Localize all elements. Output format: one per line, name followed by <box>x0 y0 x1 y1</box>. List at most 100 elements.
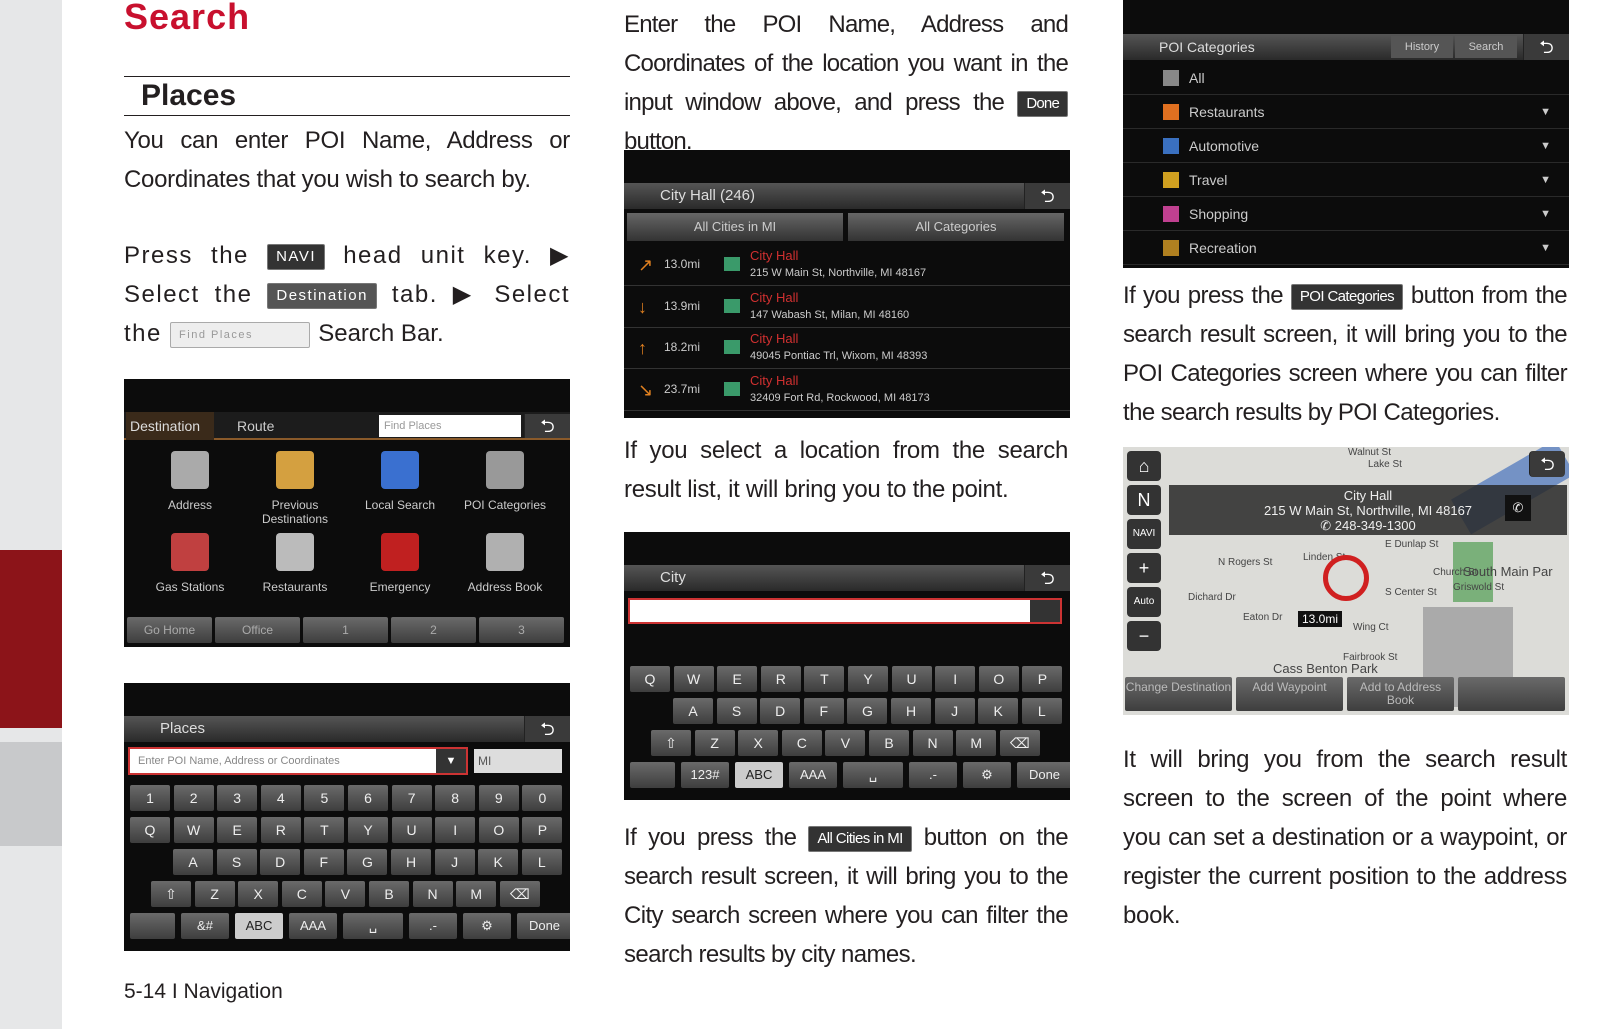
shortcut-button[interactable]: 1 <box>303 617 388 643</box>
keyboard-function-key[interactable]: ABC <box>735 762 783 788</box>
key[interactable]: D <box>260 849 301 875</box>
key[interactable]: C <box>781 730 822 756</box>
key[interactable]: ⇧ <box>651 730 691 756</box>
key[interactable]: P <box>522 817 563 843</box>
key[interactable]: 6 <box>348 785 388 811</box>
search-input[interactable]: Enter POI Name, Address or Coordinates ▼ <box>128 747 468 775</box>
key[interactable]: V <box>325 881 366 907</box>
map-control-button[interactable]: + <box>1127 553 1161 583</box>
category-item[interactable]: Automotive ▼ <box>1123 129 1569 163</box>
menu-item-icon[interactable] <box>276 451 314 489</box>
city-input[interactable] <box>628 598 1062 624</box>
key[interactable]: 3 <box>217 785 258 811</box>
key[interactable]: J <box>434 849 475 875</box>
expand-icon[interactable]: ▼ <box>1540 231 1551 265</box>
shortcut-button[interactable]: Office <box>215 617 300 643</box>
keyboard-function-key[interactable] <box>130 913 175 939</box>
map-control-button[interactable]: Auto <box>1127 587 1161 617</box>
key[interactable]: E <box>217 817 258 843</box>
key[interactable]: P <box>1022 666 1063 692</box>
tab-destination[interactable]: Destination <box>126 412 214 440</box>
key[interactable]: M <box>456 881 497 907</box>
key[interactable]: S <box>716 698 757 724</box>
key[interactable]: T <box>304 817 345 843</box>
expand-icon[interactable]: ▼ <box>1540 129 1551 163</box>
key[interactable]: G <box>847 698 888 724</box>
key[interactable]: A <box>673 698 713 724</box>
keyboard-function-key[interactable]: AAA <box>789 762 837 788</box>
key[interactable]: Z <box>194 881 235 907</box>
key[interactable]: 0 <box>522 785 563 811</box>
key[interactable]: Z <box>694 730 735 756</box>
key[interactable]: Y <box>848 666 888 692</box>
menu-item-label[interactable]: Previous Destinations <box>245 498 345 526</box>
result-row[interactable]: ↗ 13.0mi City Hall 215 W Main St, Northvill… <box>624 245 1070 286</box>
keyboard-function-key[interactable]: 123# <box>681 762 729 788</box>
key[interactable]: N <box>412 881 453 907</box>
menu-item-icon[interactable] <box>276 533 314 571</box>
category-item[interactable]: Travel ▼ <box>1123 163 1569 197</box>
map-action-button[interactable] <box>1458 677 1565 711</box>
key[interactable]: R <box>760 666 801 692</box>
keyboard-function-key[interactable]: .- <box>409 913 457 939</box>
tab-route[interactable]: Route <box>237 412 274 440</box>
back-button[interactable]: ⮌ <box>1024 183 1070 209</box>
keyboard-function-key[interactable]: ⚙ <box>463 913 511 939</box>
key[interactable]: M <box>956 730 997 756</box>
key[interactable]: O <box>478 817 519 843</box>
key[interactable]: B <box>869 730 909 756</box>
key[interactable]: 2 <box>173 785 214 811</box>
key[interactable]: R <box>260 817 301 843</box>
result-row[interactable]: ↑ 18.2mi City Hall 49045 Pontiac Trl, Wixom… <box>624 328 1070 369</box>
keyboard-function-key[interactable]: .- <box>909 762 957 788</box>
back-button[interactable]: ⮌ <box>1024 565 1070 591</box>
key[interactable]: C <box>281 881 322 907</box>
menu-item-icon[interactable] <box>486 451 524 489</box>
key[interactable]: F <box>803 698 844 724</box>
key[interactable]: O <box>978 666 1019 692</box>
back-button[interactable]: ⮌ <box>1529 451 1565 477</box>
shortcut-button[interactable]: Go Home <box>127 617 212 643</box>
key[interactable]: 5 <box>304 785 345 811</box>
category-item[interactable]: Restaurants ▼ <box>1123 95 1569 129</box>
result-row[interactable]: ↓ 13.9mi City Hall 147 Wabash St, Milan, MI… <box>624 287 1070 328</box>
dropdown-icon[interactable]: ▼ <box>436 749 466 773</box>
search-button[interactable]: Search <box>1455 36 1517 58</box>
key[interactable]: U <box>391 817 432 843</box>
key[interactable]: S <box>216 849 257 875</box>
menu-item-label[interactable]: Gas Stations <box>140 580 240 594</box>
back-button[interactable]: ⮌ <box>524 716 570 742</box>
menu-item-label[interactable]: Emergency <box>350 580 450 594</box>
keyboard-function-key[interactable]: ⚙ <box>963 762 1011 788</box>
key[interactable]: U <box>891 666 932 692</box>
back-button[interactable]: ⮌ <box>524 414 570 438</box>
key[interactable]: 4 <box>260 785 301 811</box>
expand-icon[interactable]: ▼ <box>1540 197 1551 231</box>
menu-item-label[interactable]: Local Search <box>350 498 450 512</box>
map-action-button[interactable]: Add to Address Book <box>1347 677 1454 711</box>
menu-item-icon[interactable] <box>171 451 209 489</box>
key[interactable]: G <box>347 849 388 875</box>
expand-icon[interactable]: ▼ <box>1540 95 1551 129</box>
key[interactable]: I <box>935 666 976 692</box>
key[interactable]: Q <box>130 817 170 843</box>
key[interactable]: F <box>303 849 344 875</box>
map-control-button[interactable]: N <box>1127 485 1161 515</box>
key[interactable]: L <box>1021 698 1062 724</box>
key[interactable]: ⌫ <box>999 730 1040 756</box>
key[interactable]: H <box>891 698 931 724</box>
key[interactable]: N <box>912 730 953 756</box>
menu-item-icon[interactable] <box>486 533 524 571</box>
dropdown-icon[interactable] <box>1030 600 1060 622</box>
key[interactable]: 1 <box>130 785 170 811</box>
menu-item-label[interactable]: Address <box>140 498 240 512</box>
map-action-button[interactable]: Add Waypoint <box>1236 677 1343 711</box>
find-places-input[interactable]: Find Places <box>379 415 521 437</box>
map-control-button[interactable]: − <box>1127 621 1161 651</box>
poi-info-panel[interactable]: City Hall 215 W Main St, Northville, MI … <box>1169 485 1567 535</box>
menu-item-icon[interactable] <box>381 533 419 571</box>
menu-item-label[interactable]: POI Categories <box>455 498 555 512</box>
key[interactable]: A <box>173 849 213 875</box>
map-action-button[interactable]: Change Destination <box>1125 677 1232 711</box>
keyboard-function-key[interactable]: ABC <box>235 913 283 939</box>
